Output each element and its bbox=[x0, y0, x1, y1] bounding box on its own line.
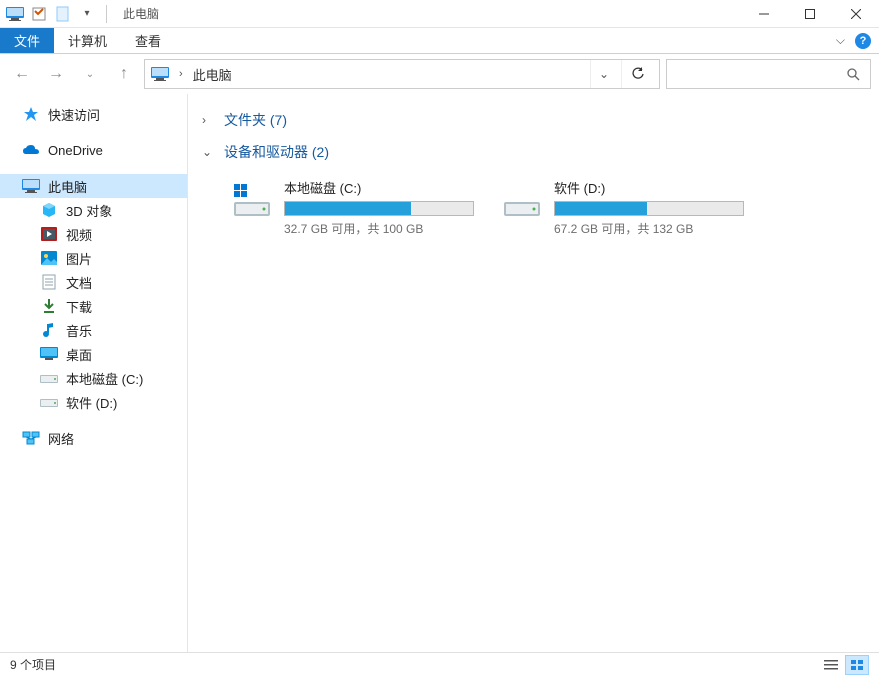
sidebar-item-onedrive[interactable]: OneDrive bbox=[0, 138, 187, 162]
sidebar-item-label: 图片 bbox=[66, 249, 92, 268]
sidebar-item-label: 3D 对象 bbox=[66, 201, 112, 220]
qat-new-icon[interactable] bbox=[52, 3, 74, 25]
sidebar: 快速访问 OneDrive 此电脑 3D 对象视频图片文档下载音乐桌面本地磁盘 (C:… bbox=[0, 94, 188, 652]
app-icon[interactable] bbox=[4, 3, 26, 25]
ribbon-expand-icon[interactable]: ⌵ bbox=[836, 33, 845, 48]
address-history-dropdown[interactable]: ⌄ bbox=[590, 60, 617, 88]
sidebar-item-network[interactable]: 网络 bbox=[0, 426, 187, 450]
nav-forward-button[interactable]: → bbox=[42, 60, 70, 88]
drive-free-text: 32.7 GB 可用，共 100 GB bbox=[284, 220, 474, 237]
status-view-switcher bbox=[819, 655, 869, 675]
nav-back-button[interactable]: ← bbox=[8, 60, 36, 88]
content-pane[interactable]: › 文件夹 (7) ⌄ 设备和驱动器 (2) 本地磁盘 (C:) 32.7 GB … bbox=[188, 94, 879, 652]
group-devices[interactable]: ⌄ 设备和驱动器 (2) bbox=[202, 136, 865, 168]
sidebar-item-music[interactable]: 音乐 bbox=[0, 318, 187, 342]
sidebar-item-label: 快速访问 bbox=[48, 105, 100, 124]
refresh-button[interactable] bbox=[621, 60, 653, 88]
sidebar-item-documents[interactable]: 文档 bbox=[0, 270, 187, 294]
drive-usage-bar bbox=[284, 201, 474, 216]
search-input[interactable] bbox=[666, 59, 871, 89]
quickaccess-icon bbox=[22, 106, 40, 122]
thispc-icon bbox=[22, 178, 40, 194]
network-icon bbox=[22, 430, 40, 446]
address-bar[interactable]: › 此电脑 ⌄ bbox=[144, 59, 660, 89]
drive-info: 软件 (D:) 67.2 GB 可用，共 132 GB bbox=[554, 178, 744, 237]
group-devices-label: 设备和驱动器 (2) bbox=[224, 142, 329, 162]
ribbon: 文件 计算机 查看 ⌵ ? bbox=[0, 28, 879, 54]
sidebar-item-diskc[interactable]: 本地磁盘 (C:) bbox=[0, 366, 187, 390]
view-details-button[interactable] bbox=[819, 655, 843, 675]
address-segment[interactable]: 此电脑 bbox=[193, 65, 232, 84]
drive-free-text: 67.2 GB 可用，共 132 GB bbox=[554, 220, 744, 237]
ribbon-tab-view[interactable]: 查看 bbox=[121, 28, 175, 53]
videos-icon bbox=[40, 226, 58, 242]
sidebar-item-desktop[interactable]: 桌面 bbox=[0, 342, 187, 366]
nav-recent-dropdown[interactable]: ⌄ bbox=[76, 60, 104, 88]
view-large-icons-button[interactable] bbox=[845, 655, 869, 675]
maximize-button[interactable] bbox=[787, 0, 833, 28]
status-text: 9 个项目 bbox=[10, 656, 56, 673]
ribbon-tab-computer[interactable]: 计算机 bbox=[54, 28, 121, 53]
sidebar-item-thispc[interactable]: 此电脑 bbox=[0, 174, 187, 198]
status-bar: 9 个项目 bbox=[0, 652, 879, 676]
nav-up-button[interactable]: ↑ bbox=[110, 60, 138, 88]
minimize-button[interactable] bbox=[741, 0, 787, 28]
sidebar-item-label: 文档 bbox=[66, 273, 92, 292]
sidebar-item-videos[interactable]: 视频 bbox=[0, 222, 187, 246]
group-folders[interactable]: › 文件夹 (7) bbox=[202, 104, 865, 136]
sidebar-item-label: 软件 (D:) bbox=[66, 393, 117, 412]
drive-icon bbox=[500, 178, 544, 222]
sidebar-item-label: 下载 bbox=[66, 297, 92, 316]
sidebar-item-label: 桌面 bbox=[66, 345, 92, 364]
chevron-right-icon: › bbox=[202, 113, 216, 127]
drive-name: 本地磁盘 (C:) bbox=[284, 178, 474, 197]
sidebar-item-label: 网络 bbox=[48, 429, 74, 448]
search-icon bbox=[846, 67, 860, 81]
drive-name: 软件 (D:) bbox=[554, 178, 744, 197]
drives-list: 本地磁盘 (C:) 32.7 GB 可用，共 100 GB 软件 (D:) 67.2 … bbox=[226, 174, 865, 241]
diskc-icon bbox=[40, 370, 58, 386]
body: 快速访问OneDrive此电脑3D 对象视频图片文档下载音乐桌面本地磁盘 (C:… bbox=[0, 94, 879, 652]
window-title: 此电脑 bbox=[123, 5, 159, 22]
sidebar-item-label: 此电脑 bbox=[48, 177, 87, 196]
qat: ▾ 此电脑 bbox=[0, 3, 163, 25]
ribbon-right: ⌵ ? bbox=[836, 28, 879, 53]
sidebar-item-label: 视频 bbox=[66, 225, 92, 244]
sidebar-item-label: OneDrive bbox=[48, 143, 103, 158]
group-folders-label: 文件夹 (7) bbox=[224, 110, 287, 130]
ribbon-file-tab[interactable]: 文件 bbox=[0, 28, 54, 53]
3dobjects-icon bbox=[40, 202, 58, 218]
address-pc-icon bbox=[151, 67, 169, 81]
nav-row: ← → ⌄ ↑ › 此电脑 ⌄ bbox=[0, 54, 879, 94]
sidebar-item-3dobjects[interactable]: 3D 对象 bbox=[0, 198, 187, 222]
sidebar-item-quickaccess[interactable]: 快速访问 bbox=[0, 102, 187, 126]
desktop-icon bbox=[40, 346, 58, 362]
sidebar-item-downloads[interactable]: 下载 bbox=[0, 294, 187, 318]
drive-item-c[interactable]: 本地磁盘 (C:) 32.7 GB 可用，共 100 GB bbox=[226, 174, 476, 241]
titlebar-divider bbox=[106, 5, 107, 23]
help-icon[interactable]: ? bbox=[855, 33, 871, 49]
close-button[interactable] bbox=[833, 0, 879, 28]
sidebar-item-label: 音乐 bbox=[66, 321, 92, 340]
window-controls bbox=[741, 0, 879, 28]
drive-info: 本地磁盘 (C:) 32.7 GB 可用，共 100 GB bbox=[284, 178, 474, 237]
sidebar-item-diskd[interactable]: 软件 (D:) bbox=[0, 390, 187, 414]
diskd-icon bbox=[40, 394, 58, 410]
title-bar: ▾ 此电脑 bbox=[0, 0, 879, 28]
pictures-icon bbox=[40, 250, 58, 266]
sidebar-item-label: 本地磁盘 (C:) bbox=[66, 369, 143, 388]
drive-item-d[interactable]: 软件 (D:) 67.2 GB 可用，共 132 GB bbox=[496, 174, 746, 241]
downloads-icon bbox=[40, 298, 58, 314]
sidebar-item-pictures[interactable]: 图片 bbox=[0, 246, 187, 270]
documents-icon bbox=[40, 274, 58, 290]
drive-usage-bar bbox=[554, 201, 744, 216]
qat-dropdown-icon[interactable]: ▾ bbox=[76, 3, 98, 25]
onedrive-icon bbox=[22, 142, 40, 158]
qat-properties-icon[interactable] bbox=[28, 3, 50, 25]
chevron-down-icon: ⌄ bbox=[202, 145, 216, 159]
drive-icon bbox=[230, 178, 274, 222]
address-chevron-icon[interactable]: › bbox=[179, 68, 183, 80]
music-icon bbox=[40, 322, 58, 338]
